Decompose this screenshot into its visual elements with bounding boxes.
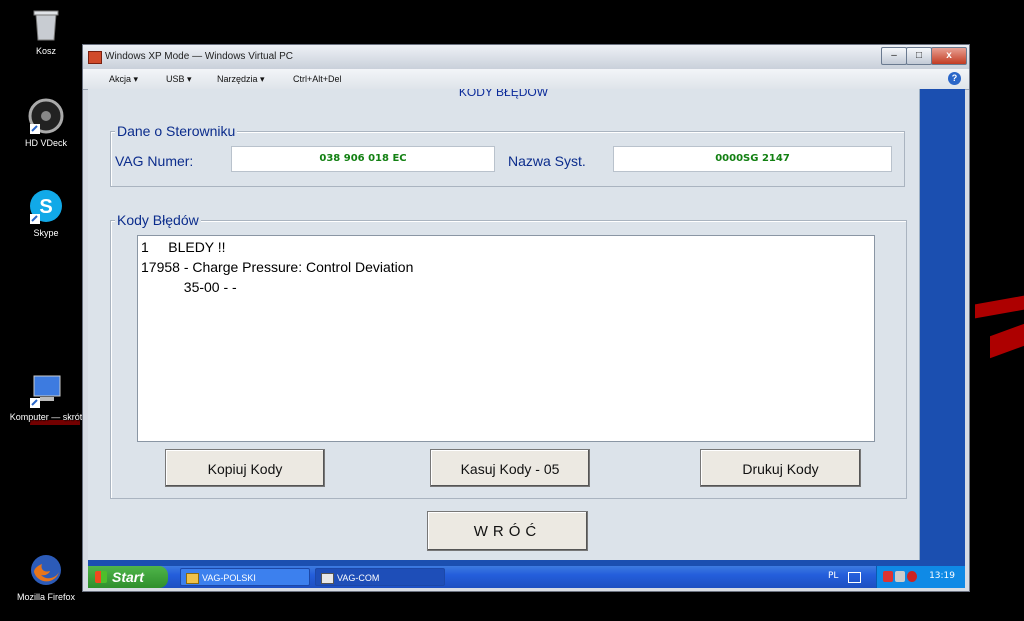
desktop-icon-label: Skype	[33, 228, 59, 238]
taskbar-item-vag-polski[interactable]: VAG-POLSKI	[180, 568, 310, 586]
fault-code-line: 1 BLEDY !!	[141, 239, 226, 255]
window-menu-bar: Akcja ▾ USB ▾ Narzędzia ▾ Ctrl+Alt+Del ?	[83, 69, 969, 90]
clock: 13:19	[929, 571, 955, 581]
close-button[interactable]: x	[931, 47, 967, 65]
desktop-icon-label: Mozilla Firefox	[16, 592, 75, 602]
system-tray: 13:19	[876, 566, 965, 588]
system-name-label: Nazwa Syst.	[508, 153, 586, 169]
minimize-button[interactable]: –	[881, 47, 907, 65]
window-title: Windows XP Mode — Windows Virtual PC	[105, 51, 294, 62]
taskbar-item-label: VAG-COM	[337, 573, 380, 583]
desktop-icon-firefox[interactable]: Mozilla Firefox	[6, 552, 86, 602]
volume-icon[interactable]	[895, 571, 905, 582]
desktop-icon-hd-vdeck[interactable]: HD VDeck	[6, 98, 86, 148]
maximize-button[interactable]: □	[906, 47, 932, 65]
controller-group-legend: Dane o Sterowniku	[115, 123, 238, 139]
start-button[interactable]: Start	[88, 566, 168, 588]
firefox-icon	[28, 552, 64, 588]
virtual-pc-window: Windows XP Mode — Windows Virtual PC – □…	[82, 44, 970, 592]
help-icon[interactable]: ?	[948, 72, 961, 85]
windows-logo-icon	[95, 571, 107, 583]
print-codes-button[interactable]: Drukuj Kody	[700, 449, 861, 487]
vagcom-icon	[321, 573, 334, 584]
desktop-red-streak	[990, 323, 1024, 359]
fault-codes-list[interactable]: 1 BLEDY !! 17958 - Charge Pressure: Cont…	[137, 235, 875, 442]
vag-number-label: VAG Numer:	[115, 153, 194, 169]
desktop-icon-skype[interactable]: S Skype	[6, 188, 86, 238]
app-caption: KODY BŁĘDÓW	[458, 89, 549, 99]
fault-codes-legend: Kody Błędów	[115, 212, 201, 228]
folder-icon	[186, 573, 199, 584]
virtual-pc-icon	[88, 51, 102, 64]
desktop-icon-label: HD VDeck	[24, 138, 67, 148]
security-icon[interactable]	[907, 571, 917, 582]
fault-code-line: 17958 - Charge Pressure: Control Deviati…	[141, 259, 414, 275]
taskbar-item-vag-com[interactable]: VAG-COM	[315, 568, 445, 586]
menu-usb[interactable]: USB ▾	[166, 74, 192, 85]
menu-narzedzia[interactable]: Narzędzia ▾	[217, 74, 265, 85]
desktop-icon-label: Kosz	[35, 46, 56, 56]
vag-app-window: KODY BŁĘDÓW Dane o Sterowniku VAG Numer:…	[88, 89, 920, 560]
menu-akcja[interactable]: Akcja ▾	[109, 74, 138, 85]
keyboard-icon[interactable]	[848, 572, 861, 583]
guest-screen: KODY BŁĘDÓW Dane o Sterowniku VAG Numer:…	[88, 89, 965, 588]
recycle-bin-icon	[28, 6, 64, 42]
window-title-bar[interactable]: Windows XP Mode — Windows Virtual PC – □…	[83, 45, 969, 69]
copy-codes-button[interactable]: Kopiuj Kody	[165, 449, 325, 487]
hd-vdeck-icon	[28, 98, 64, 134]
language-indicator[interactable]: PL	[828, 571, 838, 581]
clear-codes-button[interactable]: Kasuj Kody - 05	[430, 449, 590, 487]
network-icon[interactable]	[883, 571, 893, 582]
controller-data-group: Dane o Sterowniku VAG Numer: 038 906 018…	[110, 123, 905, 187]
fault-code-line: 35-00 - -	[141, 279, 237, 295]
skype-icon: S	[28, 188, 64, 224]
desktop-icon-recycle-bin[interactable]: Kosz	[6, 6, 86, 56]
desktop-icon-computer[interactable]: Komputer — skrót	[6, 372, 86, 422]
system-name-value: 0000SG 2147	[613, 146, 892, 172]
xp-taskbar: Start VAG-POLSKI VAG-COM PL 13:19	[88, 566, 965, 588]
back-button[interactable]: WRÓĆ	[427, 511, 588, 551]
computer-icon	[28, 372, 64, 408]
svg-text:S: S	[39, 196, 52, 218]
desktop-icon-label: Komputer — skrót	[9, 412, 83, 422]
desktop-red-streak	[975, 295, 1024, 319]
menu-ctrl-alt-del[interactable]: Ctrl+Alt+Del	[293, 74, 342, 84]
start-label: Start	[112, 569, 144, 585]
taskbar-item-label: VAG-POLSKI	[202, 573, 256, 583]
fault-codes-group: Kody Błędów 1 BLEDY !! 17958 - Charge Pr…	[110, 212, 907, 499]
vag-number-value: 038 906 018 EC	[231, 146, 495, 172]
